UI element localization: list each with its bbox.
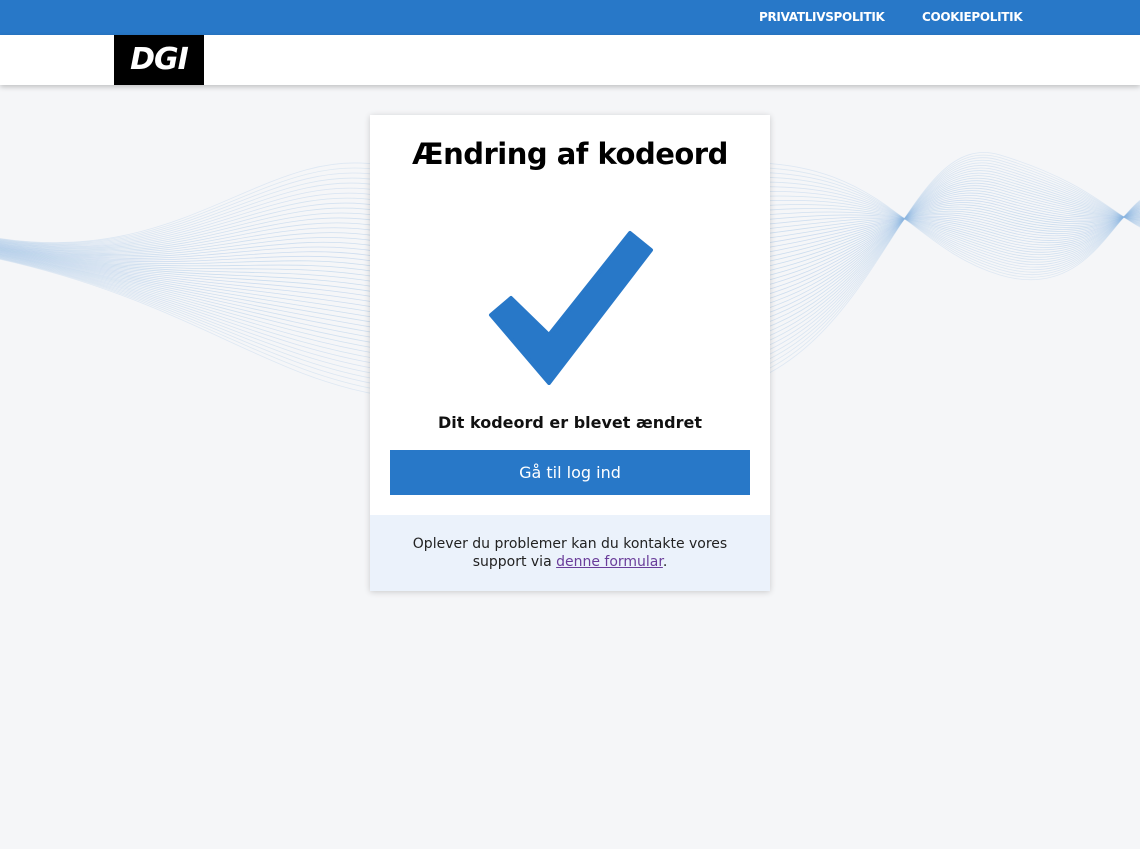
dgi-logo[interactable]: DGI xyxy=(114,35,204,85)
password-change-card: Ændring af kodeord Dit kodeord er blevet… xyxy=(370,115,770,591)
support-text: Oplever du problemer kan du kontakte vor… xyxy=(400,535,740,571)
privacy-policy-link[interactable]: PRIVATLIVSPOLITIK xyxy=(759,10,885,24)
go-to-login-button[interactable]: Gå til log ind xyxy=(390,450,750,495)
support-form-link[interactable]: denne formular xyxy=(556,554,663,570)
site-header: DGI xyxy=(0,35,1140,85)
logo-text: DGI xyxy=(130,42,189,77)
card-title: Ændring af kodeord xyxy=(412,137,728,171)
checkmark-icon xyxy=(489,231,653,385)
support-section: Oplever du problemer kan du kontakte vor… xyxy=(370,515,770,591)
success-message: Dit kodeord er blevet ændret xyxy=(438,413,702,432)
support-text-after: . xyxy=(662,554,668,570)
cookie-policy-link[interactable]: COOKIEPOLITIK xyxy=(922,10,1023,24)
top-bar: PRIVATLIVSPOLITIK COOKIEPOLITIK xyxy=(0,0,1140,35)
